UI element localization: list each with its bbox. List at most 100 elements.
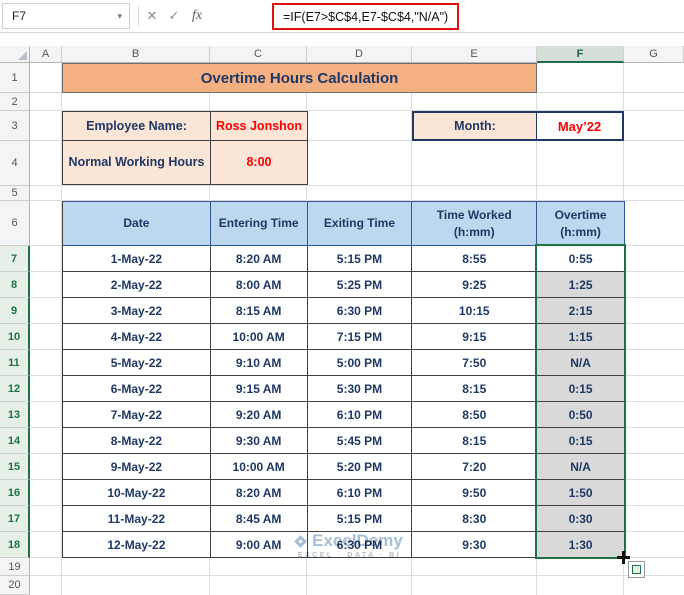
row-header-10[interactable]: 10 [0,324,30,350]
employee-name-label[interactable]: Employee Name: [63,112,211,141]
normal-hours-label[interactable]: Normal Working Hours [63,141,211,185]
row-header-4[interactable]: 4 [0,141,30,186]
row-header-6[interactable]: 6 [0,201,30,246]
cell-overtime[interactable]: 1:25 [537,272,625,298]
cell-time-worked[interactable]: 9:15 [412,324,538,350]
cell-time-worked[interactable]: 8:15 [412,376,538,402]
cell-exiting-time[interactable]: 5:30 PM [307,376,413,402]
row-header-18[interactable]: 18 [0,532,30,558]
cell-entering-time[interactable]: 8:45 AM [210,506,308,532]
select-all-corner[interactable] [0,46,30,63]
cell-entering-time[interactable]: 9:20 AM [210,402,308,428]
cell-overtime[interactable]: 0:30 [537,506,625,532]
cell-entering-time[interactable]: 9:15 AM [210,376,308,402]
col-header-G[interactable]: G [624,46,684,63]
row-header-20[interactable]: 20 [0,576,30,595]
cell-date[interactable]: 5-May-22 [63,350,211,376]
col-header-E[interactable]: E [412,46,537,63]
cell-time-worked[interactable]: 8:15 [412,428,538,454]
row-header-5[interactable]: 5 [0,186,30,201]
cell-entering-time[interactable]: 8:15 AM [210,298,308,324]
cell-time-worked[interactable]: 7:50 [412,350,538,376]
cell-overtime[interactable]: 1:50 [537,480,625,506]
cell-exiting-time[interactable]: 6:30 PM [307,532,413,558]
row-header-14[interactable]: 14 [0,428,30,454]
cell-time-worked[interactable]: 10:15 [412,298,538,324]
cell-time-worked[interactable]: 9:50 [412,480,538,506]
cell-exiting-time[interactable]: 6:30 PM [307,298,413,324]
cell-exiting-time[interactable]: 5:45 PM [307,428,413,454]
col-header-B[interactable]: B [62,46,210,63]
row-header-17[interactable]: 17 [0,506,30,532]
cell-date[interactable]: 1-May-22 [63,246,211,272]
row-header-7[interactable]: 7 [0,246,30,272]
cell-entering-time[interactable]: 10:00 AM [210,454,308,480]
col-header-D[interactable]: D [307,46,412,63]
cell-overtime[interactable]: 0:15 [537,376,625,402]
cell-exiting-time[interactable]: 5:20 PM [307,454,413,480]
cell-overtime[interactable]: 1:15 [537,324,625,350]
cell-overtime[interactable]: N/A [537,454,625,480]
enter-icon[interactable]: ✓ [163,0,185,32]
cell-exiting-time[interactable]: 5:25 PM [307,272,413,298]
row-header-16[interactable]: 16 [0,480,30,506]
month-value[interactable]: May’22 [537,113,622,139]
cell-entering-time[interactable]: 8:20 AM [210,480,308,506]
name-box[interactable]: F7 ▾ [2,3,130,29]
cell-time-worked[interactable]: 7:20 [412,454,538,480]
row-header-19[interactable]: 19 [0,558,30,576]
row-header-8[interactable]: 8 [0,272,30,298]
name-box-dropdown-icon[interactable]: ▾ [110,11,129,22]
cell-overtime-active[interactable]: 0:55 [537,246,625,272]
cell-exiting-time[interactable]: 5:00 PM [307,350,413,376]
cell-time-worked[interactable]: 8:50 [412,402,538,428]
cell-exiting-time[interactable]: 7:15 PM [307,324,413,350]
cell-date[interactable]: 6-May-22 [63,376,211,402]
cell-overtime[interactable]: 1:30 [537,532,625,558]
cell-date[interactable]: 8-May-22 [63,428,211,454]
cell-date[interactable]: 10-May-22 [63,480,211,506]
header-overtime[interactable]: Overtime (h:mm) [537,202,625,246]
cell-entering-time[interactable]: 9:10 AM [210,350,308,376]
employee-name-value[interactable]: Ross Jonshon [211,112,308,141]
cell-exiting-time[interactable]: 6:10 PM [307,402,413,428]
cell-overtime[interactable]: 0:15 [537,428,625,454]
row-header-1[interactable]: 1 [0,63,30,93]
header-time-worked[interactable]: Time Worked (h:mm) [412,202,538,246]
cell-entering-time[interactable]: 8:00 AM [210,272,308,298]
insert-function-icon[interactable]: fx [186,0,208,32]
cell-date[interactable]: 12-May-22 [63,532,211,558]
cell-overtime[interactable]: 2:15 [537,298,625,324]
cell-exiting-time[interactable]: 5:15 PM [307,506,413,532]
row-header-11[interactable]: 11 [0,350,30,376]
cell-entering-time[interactable]: 8:20 AM [210,246,308,272]
cell-date[interactable]: 11-May-22 [63,506,211,532]
cell-date[interactable]: 9-May-22 [63,454,211,480]
header-date[interactable]: Date [63,202,211,246]
row-header-13[interactable]: 13 [0,402,30,428]
header-exiting-time[interactable]: Exiting Time [307,202,413,246]
cell-entering-time[interactable]: 9:00 AM [210,532,308,558]
auto-fill-options-button[interactable] [628,561,645,578]
cell-exiting-time[interactable]: 6:10 PM [307,480,413,506]
month-label[interactable]: Month: [414,113,537,139]
header-entering-time[interactable]: Entering Time [210,202,308,246]
cell-date[interactable]: 4-May-22 [63,324,211,350]
cell-time-worked[interactable]: 8:55 [412,246,538,272]
col-header-F[interactable]: F [537,46,624,63]
cancel-icon[interactable]: ✕ [141,0,163,32]
formula-input[interactable]: =IF(E7>$C$4,E7-$C$4,"N/A") [283,10,448,24]
cell-time-worked[interactable]: 9:30 [412,532,538,558]
cell-date[interactable]: 2-May-22 [63,272,211,298]
cell-date[interactable]: 3-May-22 [63,298,211,324]
cell-time-worked[interactable]: 8:30 [412,506,538,532]
row-header-12[interactable]: 12 [0,376,30,402]
cell-time-worked[interactable]: 9:25 [412,272,538,298]
normal-hours-value[interactable]: 8:00 [211,141,308,185]
col-header-C[interactable]: C [210,46,307,63]
cell-entering-time[interactable]: 9:30 AM [210,428,308,454]
row-header-3[interactable]: 3 [0,111,30,141]
row-header-2[interactable]: 2 [0,93,30,111]
cell-date[interactable]: 7-May-22 [63,402,211,428]
cell-overtime[interactable]: 0:50 [537,402,625,428]
